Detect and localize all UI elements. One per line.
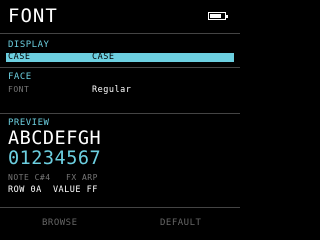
header-divider [0, 33, 240, 34]
display-selected-row[interactable] [6, 53, 234, 62]
browse-button[interactable]: BROWSE [42, 218, 78, 228]
face-section-label: FACE [8, 72, 32, 82]
display-selected-right: CASE [92, 52, 115, 62]
preview-row-value-text: ROW 0A VALUE FF [8, 185, 98, 195]
preview-section-label: PREVIEW [8, 118, 50, 128]
preview-letters: ABCDEFGH [8, 128, 102, 149]
display-selected-left: CASE [8, 52, 31, 62]
preview-fx-text: FX ARP [66, 173, 98, 182]
footer-divider [0, 207, 240, 208]
display-divider [0, 67, 240, 68]
display-section-label: DISPLAY [8, 40, 50, 50]
page-title: FONT [8, 5, 58, 27]
preview-digits: 01234567 [8, 148, 102, 169]
battery-nub [226, 15, 228, 18]
battery-level [210, 14, 221, 18]
preview-note-text: NOTE C#4 [8, 173, 51, 182]
default-button[interactable]: DEFAULT [160, 218, 201, 228]
battery-icon [208, 12, 228, 20]
font-field-label: FONT [8, 85, 30, 94]
font-field-value[interactable]: Regular [92, 85, 131, 95]
face-divider [0, 113, 240, 114]
